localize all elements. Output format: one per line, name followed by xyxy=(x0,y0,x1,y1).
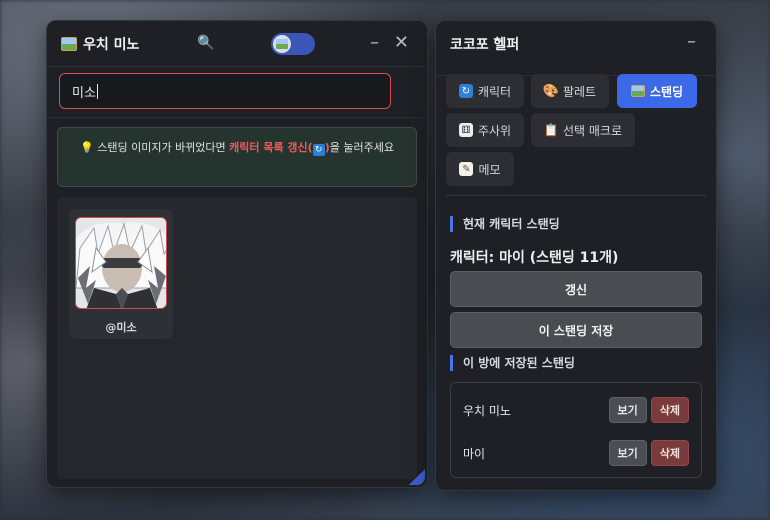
character-grid: @미소 xyxy=(57,197,417,479)
current-character-label: 캐릭터: 마이 (스탠딩 11개) xyxy=(450,250,619,266)
save-standing-button[interactable]: 이 스탠딩 저장 xyxy=(450,312,702,348)
saved-standing-name: 우치 미노 xyxy=(463,403,511,418)
divider xyxy=(47,117,427,118)
tab-standing[interactable]: 스탠딩 xyxy=(617,74,697,108)
window-title: 우치 미노 xyxy=(83,36,140,53)
divider xyxy=(446,195,706,196)
picture-icon xyxy=(276,39,288,49)
saved-standing-name: 마이 xyxy=(463,446,486,461)
tab-label: 팔레트 xyxy=(562,84,597,99)
title-bar[interactable]: 우치 미노 🔍 – ✕ xyxy=(47,21,427,67)
minimize-icon[interactable]: – xyxy=(370,33,379,53)
toggle-knob xyxy=(273,35,291,53)
refresh-icon: ↻ xyxy=(312,144,325,156)
tab-label: 메모 xyxy=(478,162,501,177)
tab-label: 캐릭터 xyxy=(477,84,512,99)
view-button[interactable]: 보기 xyxy=(608,397,647,423)
refresh-icon: ↻ xyxy=(458,84,473,98)
search-icon[interactable]: 🔍 xyxy=(197,35,214,51)
tab-memo[interactable]: ✎ 메모 xyxy=(446,152,514,186)
lightbulb-icon: 💡 xyxy=(80,141,94,154)
delete-button[interactable]: 삭제 xyxy=(650,440,689,466)
refresh-notice: 💡 스탠딩 이미지가 바뀌었다면 캐릭터 목록 갱신(↻)을 눌러주세요 xyxy=(57,127,417,187)
tab-label: 주사위 xyxy=(477,123,512,138)
memo-icon: ✎ xyxy=(459,162,474,176)
notice-suffix: 을 눌러주세요 xyxy=(329,141,394,154)
dice-icon: ⚅ xyxy=(458,123,473,137)
delete-button[interactable]: 삭제 xyxy=(650,397,689,423)
search-input[interactable]: 미소 xyxy=(59,73,391,109)
saved-standing-list: 우치 미노 보기 삭제 마이 보기 삭제 xyxy=(450,382,702,478)
notice-highlight: 캐릭터 목록 갱신( xyxy=(229,141,313,154)
notice-prefix: 스탠딩 이미지가 바뀌었다면 xyxy=(97,141,230,154)
close-icon[interactable]: ✕ xyxy=(394,33,409,53)
text-caret xyxy=(96,83,98,99)
tab-dice[interactable]: ⚅ 주사위 xyxy=(446,113,524,147)
window-title: 코코포 헬퍼 xyxy=(450,37,520,53)
helper-window: 코코포 헬퍼 – ↻ 캐릭터 🎨 팔레트 스탠딩 ⚅ 주사위 📋 선택 매크로 … xyxy=(435,20,717,491)
picture-icon xyxy=(61,36,77,51)
character-card[interactable]: @미소 xyxy=(69,209,173,339)
refresh-button[interactable]: 갱신 xyxy=(450,271,702,307)
title-bar[interactable]: 코코포 헬퍼 – xyxy=(436,21,716,67)
tab-palette[interactable]: 🎨 팔레트 xyxy=(531,74,609,108)
current-standing-heading: 현재 캐릭터 스탠딩 xyxy=(450,216,560,232)
tab-label: 스탠딩 xyxy=(649,84,684,99)
palette-icon: 🎨 xyxy=(542,83,560,99)
stand-toggle[interactable] xyxy=(271,33,315,55)
character-name: @미소 xyxy=(105,321,137,334)
list-item: 우치 미노 보기 삭제 xyxy=(463,397,689,423)
tab-label: 선택 매크로 xyxy=(562,123,622,138)
view-button[interactable]: 보기 xyxy=(608,440,647,466)
character-portrait-image xyxy=(76,218,166,308)
search-input-value: 미소 xyxy=(72,85,96,101)
tab-select-macro[interactable]: 📋 선택 매크로 xyxy=(531,113,635,147)
saved-standing-heading: 이 방에 저장된 스탠딩 xyxy=(450,355,575,371)
picture-icon xyxy=(630,85,645,97)
clipboard-icon: 📋 xyxy=(543,123,559,137)
list-item: 마이 보기 삭제 xyxy=(463,440,689,466)
avatar xyxy=(75,217,167,309)
tab-character[interactable]: ↻ 캐릭터 xyxy=(446,74,524,108)
stand-picker-window: 우치 미노 🔍 – ✕ 미소 💡 스탠딩 이미지가 바뀌었다면 캐릭터 목록 갱… xyxy=(46,20,428,488)
resize-handle[interactable] xyxy=(409,469,425,485)
minimize-icon[interactable]: – xyxy=(687,31,696,52)
